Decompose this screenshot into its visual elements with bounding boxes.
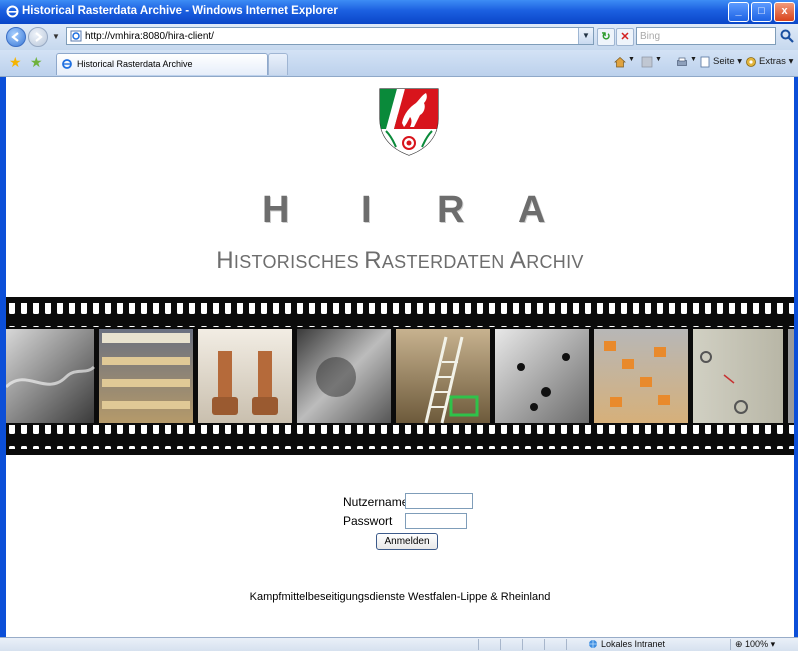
search-input[interactable] bbox=[640, 28, 770, 44]
tab-historical-rasterdata-archive[interactable]: Historical Rasterdata Archive bbox=[56, 53, 268, 75]
search-field[interactable] bbox=[636, 27, 776, 45]
close-button[interactable]: x bbox=[774, 2, 795, 22]
recent-pages-dropdown-icon[interactable]: ▼ bbox=[52, 32, 60, 41]
page-subtitle: HISTORISCHES RASTERDATEN ARCHIV bbox=[216, 247, 584, 274]
minimize-button[interactable]: _ bbox=[728, 2, 749, 22]
zoom-level[interactable]: ⊕ 100% ▾ bbox=[735, 639, 775, 650]
username-label: Nutzername bbox=[343, 495, 409, 509]
add-favorites-icon[interactable]: ★ bbox=[30, 55, 43, 69]
status-divider bbox=[478, 639, 479, 650]
window-border-right bbox=[794, 77, 798, 637]
logo-letter-i: I bbox=[361, 189, 372, 231]
status-divider bbox=[522, 639, 523, 650]
window-title: Historical Rasterdata Archive - Windows … bbox=[22, 5, 338, 17]
tools-gear-icon bbox=[746, 57, 756, 67]
url-dropdown-icon[interactable]: ▼ bbox=[578, 28, 593, 44]
password-input[interactable] bbox=[405, 513, 467, 529]
tab-label: Historical Rasterdata Archive bbox=[77, 59, 193, 69]
maximize-button[interactable]: □ bbox=[751, 2, 772, 22]
print-icon[interactable] bbox=[676, 56, 688, 68]
film-strip-banner bbox=[6, 297, 794, 455]
back-arrow-icon bbox=[11, 32, 19, 42]
page-menu-icon bbox=[700, 56, 710, 68]
back-button[interactable] bbox=[6, 27, 26, 47]
nrw-coat-of-arms-icon bbox=[379, 88, 439, 156]
status-divider bbox=[566, 639, 567, 650]
page-icon bbox=[70, 30, 82, 42]
print-dropdown-icon[interactable]: ▼ bbox=[690, 56, 697, 63]
intranet-zone-icon bbox=[589, 640, 597, 648]
address-field[interactable]: ▼ bbox=[66, 27, 594, 45]
tools-menu-button[interactable]: Extras ▾ bbox=[759, 56, 793, 67]
status-divider bbox=[730, 639, 731, 650]
login-submit-button[interactable]: Anmelden bbox=[376, 533, 438, 550]
search-icon[interactable] bbox=[779, 28, 795, 44]
url-input[interactable] bbox=[85, 28, 565, 44]
ie-page-icon bbox=[62, 59, 72, 69]
forward-button[interactable] bbox=[28, 27, 48, 47]
stop-icon[interactable]: ✕ bbox=[616, 28, 634, 46]
logo-letter-a: A bbox=[518, 189, 546, 231]
home-icon[interactable] bbox=[614, 56, 626, 68]
page-menu-button[interactable]: Seite ▾ bbox=[713, 56, 742, 67]
status-divider bbox=[500, 639, 501, 650]
status-bar: Lokales Intranet ⊕ 100% ▾ bbox=[0, 637, 798, 651]
logo-letter-r: R bbox=[437, 189, 465, 231]
forward-arrow-icon bbox=[35, 32, 43, 42]
window-titlebar: Historical Rasterdata Archive - Windows … bbox=[0, 0, 798, 24]
home-dropdown-icon[interactable]: ▼ bbox=[628, 56, 635, 63]
new-tab-button[interactable] bbox=[268, 53, 288, 75]
page-content: H I R A HISTORISCHES RASTERDATEN ARCHIV bbox=[6, 77, 794, 637]
feeds-dropdown-icon[interactable]: ▼ bbox=[655, 56, 662, 63]
feeds-icon[interactable] bbox=[641, 56, 653, 68]
username-input[interactable] bbox=[405, 493, 473, 509]
address-toolbar: ▼ ▼ ↻ ✕ bbox=[0, 24, 798, 51]
refresh-icon[interactable]: ↻ bbox=[597, 28, 615, 46]
favorites-star-icon[interactable]: ★ bbox=[9, 55, 22, 69]
security-zone-label: Lokales Intranet bbox=[601, 639, 666, 649]
password-label: Passwort bbox=[343, 514, 393, 528]
internet-explorer-icon bbox=[6, 5, 19, 18]
logo-letter-h: H bbox=[262, 189, 290, 231]
tab-toolbar: ★ ★ Historical Rasterdata Archive ▼ ▼ ▼ … bbox=[0, 50, 798, 77]
page-footer: Kampfmittelbeseitigungsdienste Westfalen… bbox=[249, 591, 551, 603]
status-divider bbox=[544, 639, 545, 650]
